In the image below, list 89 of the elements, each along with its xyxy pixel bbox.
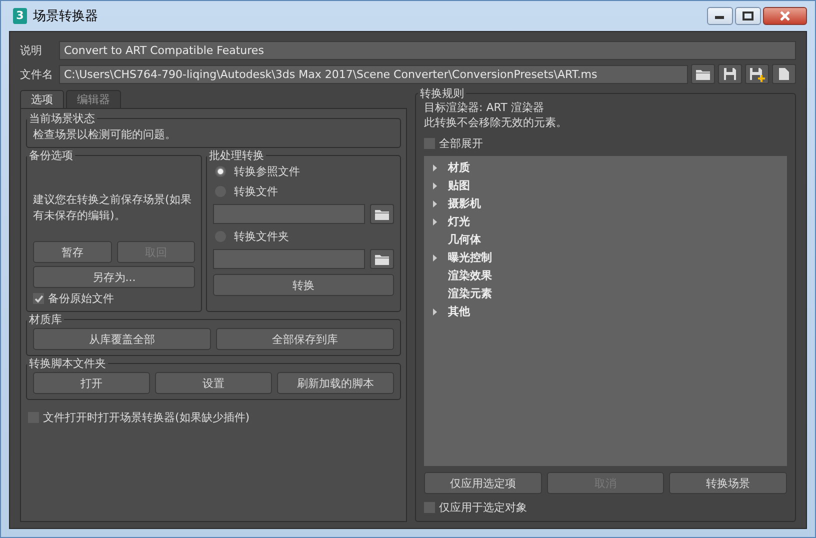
radio-option[interactable]: 转换文件 — [213, 184, 394, 199]
tree-row[interactable]: 曝光控制 — [432, 250, 779, 265]
tree-row[interactable]: 其他 — [432, 304, 779, 319]
checkbox-label: 仅应用于选定对象 — [439, 500, 527, 515]
radio-label: 转换参照文件 — [234, 164, 300, 179]
button[interactable]: 全部保存到库 — [216, 328, 394, 350]
tree-row[interactable]: 几何体 — [432, 232, 779, 247]
button[interactable]: 暂存 — [33, 241, 112, 263]
tree-row[interactable]: 材质 — [432, 160, 779, 175]
checkbox-label: 备份原始文件 — [48, 291, 114, 306]
button[interactable]: 设置 — [155, 372, 272, 394]
folder-icon — [695, 68, 711, 80]
maximize-button[interactable] — [735, 7, 761, 25]
tree-item[interactable]: 渲染效果 — [448, 268, 492, 283]
status-text: 检查场景以检测可能的问题。 — [33, 127, 177, 142]
group-title: 转换规则 — [419, 86, 465, 101]
new-button[interactable] — [772, 64, 796, 84]
button[interactable]: 打开 — [33, 372, 150, 394]
minimize-button[interactable] — [707, 7, 733, 25]
tree-item[interactable]: 摄影机 — [448, 196, 481, 211]
button[interactable]: 从库覆盖全部 — [33, 328, 211, 350]
tree-row[interactable]: 灯光 — [432, 214, 779, 229]
advice-text: 建议您在转换之前保存场景(如果有未保存的编辑)。 — [33, 192, 192, 224]
group-title: 备份选项 — [28, 148, 74, 163]
radio-label: 转换文件夹 — [234, 229, 289, 244]
expand-arrow-icon[interactable] — [432, 218, 438, 226]
button[interactable]: 转换场景 — [669, 472, 788, 494]
description-field[interactable]: Convert to ART Compatible Features — [59, 40, 796, 60]
radio-button[interactable] — [215, 166, 226, 177]
checkmark-icon — [34, 294, 44, 304]
group-title: 材质库 — [28, 312, 63, 327]
radio-option[interactable]: 转换文件夹 — [213, 229, 394, 244]
expand-arrow-icon[interactable] — [432, 200, 438, 208]
checkbox[interactable]: 备份原始文件 — [33, 291, 195, 306]
tree-row[interactable]: 渲染效果 — [432, 268, 779, 283]
save-button[interactable] — [718, 64, 742, 84]
save-as-button[interactable] — [745, 64, 769, 84]
tab[interactable]: 编辑器 — [66, 90, 121, 108]
browse-button[interactable] — [370, 249, 394, 269]
checkbox-box[interactable] — [424, 138, 435, 149]
group-title: 批处理转换 — [208, 148, 265, 163]
checkbox-box[interactable] — [33, 293, 44, 304]
tree-item[interactable]: 灯光 — [448, 214, 470, 229]
button[interactable]: 刷新加载的脚本 — [277, 372, 394, 394]
tree-item[interactable]: 几何体 — [448, 232, 481, 247]
checkbox-label: 文件打开时打开场景转换器(如果缺少插件) — [43, 410, 250, 425]
group-title: 转换脚本文件夹 — [28, 356, 107, 371]
tree-row[interactable]: 渲染元素 — [432, 286, 779, 301]
path-field[interactable] — [213, 249, 365, 269]
folder-icon — [374, 208, 390, 220]
folder-icon — [374, 252, 390, 266]
tree-item[interactable]: 贴图 — [448, 178, 470, 193]
radio-label: 转换文件 — [234, 184, 278, 199]
tree-item[interactable]: 渲染元素 — [448, 286, 492, 301]
expand-arrow-icon[interactable] — [432, 182, 438, 190]
close-icon — [779, 11, 791, 21]
browse-button[interactable] — [370, 204, 394, 224]
convert-button[interactable]: 转换 — [213, 274, 394, 296]
path-field[interactable] — [213, 204, 365, 224]
info-text: 此转换不会移除无效的元素。 — [424, 116, 568, 130]
radio-option[interactable]: 转换参照文件 — [213, 164, 394, 179]
tree-row[interactable]: 摄影机 — [432, 196, 779, 211]
tree-item[interactable]: 曝光控制 — [448, 250, 492, 265]
tree-row[interactable]: 贴图 — [432, 178, 779, 193]
window-title: 场景转换器 — [33, 8, 98, 25]
checkbox-label: 全部展开 — [439, 136, 483, 151]
document-icon — [778, 67, 790, 81]
tree-item[interactable]: 其他 — [448, 304, 470, 319]
maximize-icon — [742, 11, 754, 21]
button[interactable]: 仅应用选定项 — [424, 472, 542, 494]
tab[interactable]: 选项 — [20, 90, 64, 108]
floppy-disk-plus-icon — [749, 66, 765, 82]
tree-item[interactable]: 材质 — [448, 160, 470, 175]
expand-arrow-icon[interactable] — [432, 164, 438, 172]
checkbox[interactable]: 全部展开 — [424, 136, 787, 151]
expand-arrow-icon[interactable] — [432, 254, 438, 262]
expand-arrow-icon[interactable] — [432, 308, 438, 316]
filename-field[interactable]: C:\Users\CHS764-790-liqing\Autodesk\3ds Max 2017\Scene Converter\ConversionPresets\ART.ms — [59, 64, 688, 84]
close-button[interactable] — [763, 7, 807, 25]
group-title: 当前场景状态 — [28, 111, 96, 126]
checkbox-box[interactable] — [424, 502, 435, 513]
filename-label: 文件名 — [20, 66, 54, 82]
checkbox[interactable]: 文件打开时打开场景转换器(如果缺少插件) — [28, 410, 401, 425]
app-icon: 3 — [13, 8, 27, 24]
open-button[interactable] — [691, 64, 715, 84]
checkbox[interactable]: 仅应用于选定对象 — [424, 500, 787, 515]
save-as-button[interactable]: 另存为... — [33, 266, 195, 288]
description-label: 说明 — [20, 42, 43, 58]
info-text: 目标渲染器: ART 渲染器 — [424, 101, 545, 115]
